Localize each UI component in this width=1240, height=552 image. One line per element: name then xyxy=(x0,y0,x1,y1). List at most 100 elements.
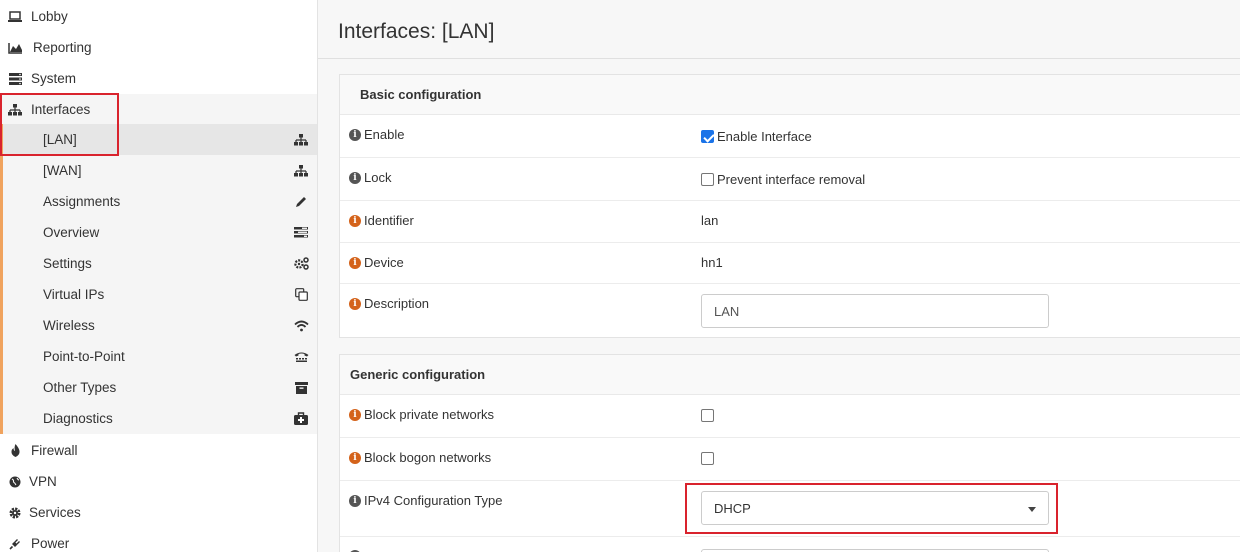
server-icon xyxy=(7,71,23,87)
info-icon[interactable]: i xyxy=(349,171,361,184)
info-icon[interactable]: i xyxy=(349,494,361,507)
sidebar-item-point-to-point[interactable]: Point-to-Point xyxy=(3,341,317,372)
sidebar-item-assignments[interactable]: Assignments xyxy=(3,186,317,217)
sidebar-item-wan[interactable]: [WAN] xyxy=(3,155,317,186)
sidebar-item-wireless[interactable]: Wireless xyxy=(3,310,317,341)
identifier-label: i Identifier xyxy=(349,213,414,228)
lock-label: i Lock xyxy=(349,170,391,185)
block-bogon-row: i Block bogon networks xyxy=(340,438,1240,481)
sidebar-item-virtual-ips[interactable]: Virtual IPs xyxy=(3,279,317,310)
tty-icon xyxy=(293,349,309,365)
lock-checkbox-label[interactable]: Prevent interface removal xyxy=(717,172,865,187)
sitemap-icon xyxy=(7,102,23,118)
device-label-text: Device xyxy=(364,255,404,270)
nav-system-label: System xyxy=(31,71,77,86)
sidebar-item-label: Overview xyxy=(43,225,100,240)
copy-icon xyxy=(293,287,309,303)
sidebar: Lobby Reporting System Interfaces [LAN] … xyxy=(0,0,318,552)
block-bogon-label: i Block bogon networks xyxy=(349,450,491,465)
sidebar-item-label: Settings xyxy=(43,256,92,271)
nav-lobby-label: Lobby xyxy=(31,9,68,24)
block-bogon-checkbox[interactable] xyxy=(701,452,714,465)
info-icon[interactable]: i xyxy=(349,214,361,227)
sidebar-item-label: Diagnostics xyxy=(43,411,113,426)
sidebar-item-settings[interactable]: Settings xyxy=(3,248,317,279)
nav-interfaces[interactable]: Interfaces xyxy=(0,94,317,125)
laptop-icon xyxy=(7,9,23,25)
generic-configuration-panel: Generic configuration i Block private ne… xyxy=(339,354,1240,552)
basic-configuration-heading: Basic configuration xyxy=(340,75,1240,115)
ipv4-type-row: i IPv4 Configuration Type DHCP xyxy=(340,481,1240,537)
next-row-partial xyxy=(340,537,1240,552)
nav-reporting-label: Reporting xyxy=(33,40,92,55)
medkit-icon xyxy=(293,411,309,427)
block-private-checkbox[interactable] xyxy=(701,409,714,422)
nav-vpn-label: VPN xyxy=(29,474,57,489)
sidebar-item-label: Point-to-Point xyxy=(43,349,125,364)
sidebar-item-overview[interactable]: Overview xyxy=(3,217,317,248)
info-icon[interactable]: i xyxy=(349,128,361,141)
caret-down-icon xyxy=(1028,507,1036,512)
info-icon[interactable]: i xyxy=(349,451,361,464)
lock-row: i Lock Prevent interface removal xyxy=(340,158,1240,201)
nav-power[interactable]: Power xyxy=(0,528,317,552)
sidebar-item-lan[interactable]: [LAN] xyxy=(3,124,317,155)
block-private-label-text: Block private networks xyxy=(364,407,495,422)
tasks-icon xyxy=(293,225,309,241)
area-chart-icon xyxy=(7,40,23,56)
info-icon[interactable]: i xyxy=(349,408,361,421)
description-label: i Description xyxy=(349,296,429,311)
block-private-checkbox-wrap[interactable] xyxy=(701,409,717,422)
info-icon[interactable]: i xyxy=(349,256,361,269)
page-header: Interfaces: [LAN] xyxy=(318,0,1240,59)
enable-checkbox-wrap[interactable]: Enable Interface xyxy=(701,129,812,144)
ipv4-type-selected-value: DHCP xyxy=(714,500,751,516)
page-title: Interfaces: [LAN] xyxy=(338,20,495,43)
nav-lobby[interactable]: Lobby xyxy=(0,1,317,32)
ipv4-type-select[interactable]: DHCP xyxy=(701,491,1049,525)
sitemap-icon xyxy=(293,132,309,148)
nav-services[interactable]: Services xyxy=(0,497,317,528)
identifier-label-text: Identifier xyxy=(364,213,414,228)
block-bogon-label-text: Block bogon networks xyxy=(364,450,492,465)
device-row: i Device hn1 xyxy=(340,243,1240,284)
sidebar-item-label: Assignments xyxy=(43,194,121,209)
enable-checkbox[interactable] xyxy=(701,130,714,143)
sidebar-item-label: [WAN] xyxy=(43,163,82,178)
plug-icon xyxy=(7,536,23,552)
nav-system[interactable]: System xyxy=(0,63,317,94)
nav-firewall[interactable]: Firewall xyxy=(0,435,317,466)
enable-checkbox-label[interactable]: Enable Interface xyxy=(717,129,812,144)
nav-firewall-label: Firewall xyxy=(31,443,78,458)
block-bogon-checkbox-wrap[interactable] xyxy=(701,452,717,465)
block-private-label: i Block private networks xyxy=(349,407,494,422)
lock-checkbox[interactable] xyxy=(701,173,714,186)
nav-power-label: Power xyxy=(31,536,70,551)
generic-configuration-heading: Generic configuration xyxy=(340,355,1240,395)
ipv4-type-label-text: IPv4 Configuration Type xyxy=(364,493,503,508)
sidebar-item-other-types[interactable]: Other Types xyxy=(3,372,317,403)
lock-checkbox-wrap[interactable]: Prevent interface removal xyxy=(701,172,865,187)
sitemap-icon xyxy=(293,163,309,179)
nav-reporting[interactable]: Reporting xyxy=(0,32,317,63)
info-icon[interactable]: i xyxy=(349,297,361,310)
pencil-icon xyxy=(293,194,309,210)
sidebar-item-label: Virtual IPs xyxy=(43,287,105,302)
globe-icon xyxy=(7,474,23,490)
main-content: Interfaces: [LAN] Basic configuration i … xyxy=(318,0,1240,552)
sidebar-item-label: Other Types xyxy=(43,380,117,395)
nav-vpn[interactable]: VPN xyxy=(0,466,317,497)
archive-icon xyxy=(293,380,309,396)
enable-label: i Enable xyxy=(349,127,404,142)
nav-interfaces-label: Interfaces xyxy=(31,102,91,117)
wifi-icon xyxy=(293,318,309,334)
fire-icon xyxy=(7,443,23,459)
sidebar-item-label: Wireless xyxy=(43,318,95,333)
device-value: hn1 xyxy=(701,255,723,270)
basic-configuration-panel: Basic configuration i Enable Enable Inte… xyxy=(339,74,1240,338)
identifier-value: lan xyxy=(701,213,719,228)
cog-icon xyxy=(7,505,23,521)
sidebar-item-diagnostics[interactable]: Diagnostics xyxy=(3,403,317,434)
lock-label-text: Lock xyxy=(364,170,392,185)
description-input[interactable] xyxy=(701,294,1049,328)
